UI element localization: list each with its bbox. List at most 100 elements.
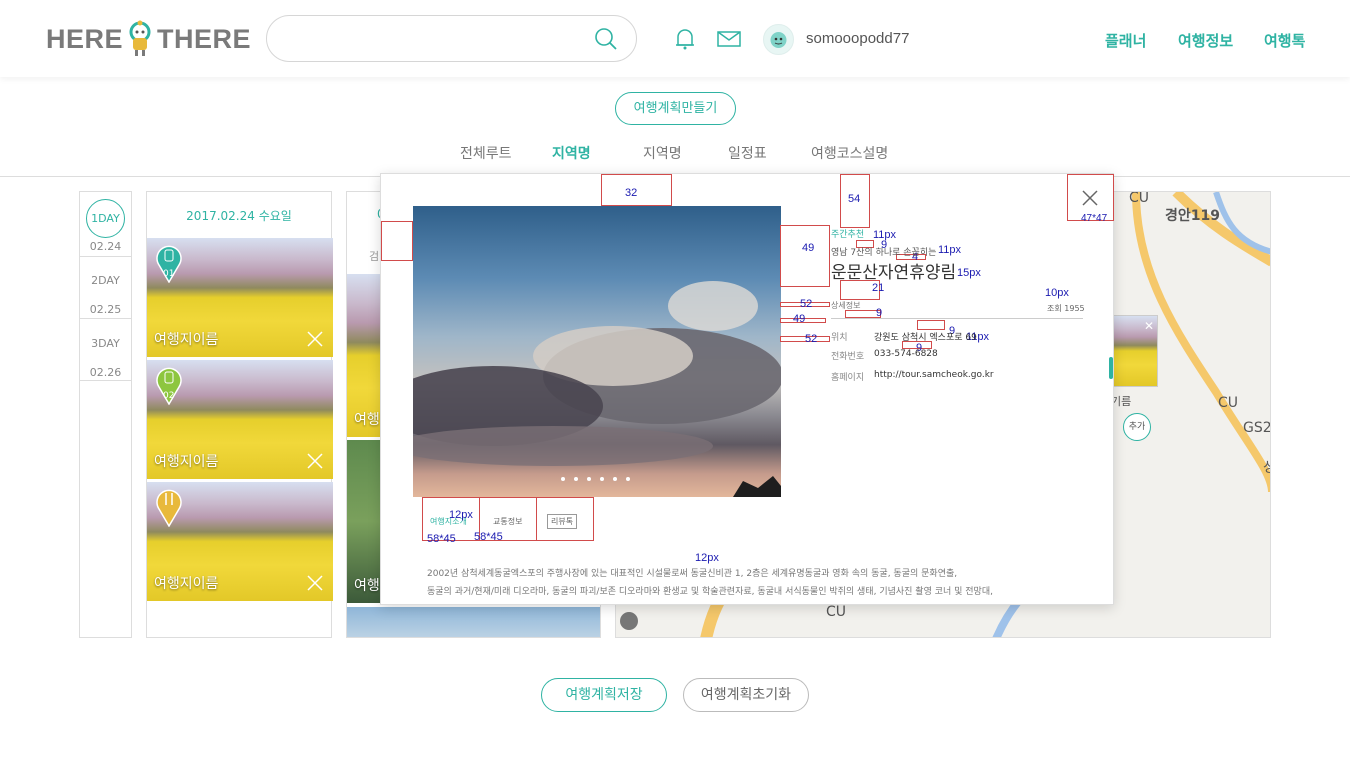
- username[interactable]: somooopodd77: [806, 30, 909, 47]
- slide-dot[interactable]: [587, 477, 591, 481]
- school-icon: [620, 612, 638, 630]
- tab-course-description[interactable]: 여행코스설명: [811, 143, 888, 163]
- tab-region[interactable]: 지역명: [643, 143, 682, 163]
- place-name: 여행지이름: [154, 454, 219, 470]
- map-label: 경안119: [1165, 208, 1220, 224]
- close-icon[interactable]: [307, 575, 323, 591]
- restaurant-pin-icon: [155, 487, 183, 528]
- tab-label: 리뷰톡: [547, 514, 578, 529]
- annotation-label: 58*45: [474, 531, 503, 543]
- partial-text: 검: [369, 250, 380, 263]
- scrollbar-thumb[interactable]: [1109, 357, 1113, 379]
- place-name: 여행지이름: [154, 576, 219, 592]
- slide-dot[interactable]: [613, 477, 617, 481]
- slide-indicator[interactable]: [561, 477, 630, 481]
- save-plan-button[interactable]: 여행계획저장: [541, 678, 667, 712]
- plan-date: 2017.02.24 수요일: [186, 209, 292, 223]
- place-detail-modal: 32 54 47*47 49 11px 9 11px 4 15px 21 10p…: [380, 173, 1114, 605]
- map-label: CU: [1218, 395, 1239, 411]
- place-card[interactable]: 여행지이름: [147, 482, 333, 601]
- place-photo-slider[interactable]: [413, 206, 781, 497]
- annotation-label: 21: [872, 282, 885, 294]
- place-card[interactable]: 02 여행지이름: [147, 360, 333, 479]
- avatar[interactable]: [763, 24, 794, 55]
- annotation-label: 32: [625, 187, 638, 199]
- bell-icon[interactable]: [672, 26, 698, 52]
- tab-review-talk[interactable]: 리뷰톡: [536, 497, 594, 541]
- pin-number: 02: [163, 391, 175, 401]
- info-label-homepage: 홈페이지: [831, 373, 865, 383]
- day-divider: [80, 256, 131, 257]
- info-label-location: 위치: [831, 333, 848, 343]
- slide-dot[interactable]: [574, 477, 578, 481]
- day-2-button[interactable]: 2DAY: [80, 274, 131, 287]
- annotation-label: 52: [805, 333, 818, 345]
- search-box[interactable]: [266, 15, 637, 62]
- day-3-date: 02.26: [89, 366, 122, 379]
- place-name: 여행: [354, 578, 380, 594]
- place-photo: [347, 607, 600, 637]
- slide-dot[interactable]: [600, 477, 604, 481]
- map-place-card[interactable]: ✕: [1111, 315, 1158, 387]
- annotation-label: 12px: [449, 509, 473, 521]
- tab-all-route[interactable]: 전체루트: [460, 143, 512, 163]
- annotation-label: 58*45: [427, 533, 456, 545]
- day-1-button[interactable]: 1DAY: [86, 199, 125, 238]
- info-value-homepage[interactable]: http://tour.samcheok.go.kr: [874, 370, 994, 380]
- place-name: 여행지이름: [154, 332, 219, 348]
- map-label: 성: [1263, 457, 1270, 477]
- map-label: GS2: [1243, 420, 1271, 436]
- annotation-label: 52: [800, 298, 813, 310]
- close-icon[interactable]: [307, 331, 323, 347]
- nav-travel-info[interactable]: 여행정보: [1178, 30, 1233, 51]
- description-line: 동굴의 과거/현재/미래 디오라마, 동굴의 파괴/보존 디오라마와 환생교 및…: [427, 587, 993, 597]
- day-2-date: 02.25: [89, 303, 122, 316]
- tab-schedule[interactable]: 일정표: [728, 143, 767, 163]
- make-plan-button[interactable]: 여행계획만들기: [615, 92, 736, 125]
- place-category: 주간추천: [831, 230, 865, 240]
- reset-plan-button[interactable]: 여행계획초기화: [683, 678, 809, 712]
- place-card[interactable]: 01 여행지이름: [147, 238, 333, 357]
- annotation-label: 49: [793, 313, 806, 325]
- info-divider: [831, 318, 1083, 319]
- description-line: 2002년 삼척세계동굴엑스포의 주행사장에 있는 대표적인 시설물로써 동굴신…: [427, 569, 958, 579]
- pin-number: 01: [163, 269, 175, 279]
- logo-text-here: HERE: [46, 23, 124, 54]
- tab-region-active[interactable]: 지역명: [552, 143, 591, 163]
- annotation-label: 49: [802, 242, 815, 254]
- day-divider: [80, 380, 131, 381]
- place-title: 운문산자연휴양림: [831, 263, 957, 283]
- logo-text-there: THERE: [157, 23, 252, 54]
- close-icon[interactable]: [307, 453, 323, 469]
- detail-heading: 상세정보: [831, 301, 861, 310]
- top-header: HERE THERE somooopodd77 플래너 여행정보 여행톡: [0, 0, 1350, 77]
- nav-planner[interactable]: 플래너: [1105, 30, 1146, 51]
- search-icon[interactable]: [594, 27, 618, 51]
- mail-icon[interactable]: [716, 26, 742, 52]
- map-place-name: 기름: [1111, 395, 1132, 408]
- spacing-guide: [780, 225, 830, 287]
- day-3-button[interactable]: 3DAY: [80, 337, 131, 350]
- day-column: 1DAY 02.24 2DAY 02.25 3DAY 02.26: [79, 191, 132, 638]
- map-label: CU: [1129, 191, 1150, 206]
- spacing-guide: [381, 221, 413, 261]
- slide-dot[interactable]: [561, 477, 565, 481]
- info-value-phone: 033-574-6828: [874, 349, 938, 359]
- slide-dot[interactable]: [626, 477, 630, 481]
- annotation-label: 47*47: [1081, 213, 1108, 224]
- map-label: CU: [826, 604, 847, 620]
- mascot-logo-icon: [125, 20, 155, 58]
- day-1-date: 02.24: [89, 240, 122, 253]
- view-count: 조회 1955: [1047, 304, 1085, 313]
- annotation-label: 10px: [1045, 287, 1069, 299]
- close-icon[interactable]: ✕: [1144, 319, 1154, 333]
- day-divider: [80, 318, 131, 319]
- add-button[interactable]: 추가: [1123, 413, 1151, 441]
- search-input[interactable]: [285, 26, 585, 52]
- logo[interactable]: HERE THERE: [46, 20, 252, 58]
- annotation-label: 54: [848, 193, 861, 205]
- annotation-label: 11px: [938, 244, 962, 256]
- tab-label: 교통정보: [493, 517, 523, 526]
- nav-travel-talk[interactable]: 여행톡: [1264, 30, 1305, 51]
- info-value-location: 강원도 삼척시 엑스포로 69: [874, 333, 977, 343]
